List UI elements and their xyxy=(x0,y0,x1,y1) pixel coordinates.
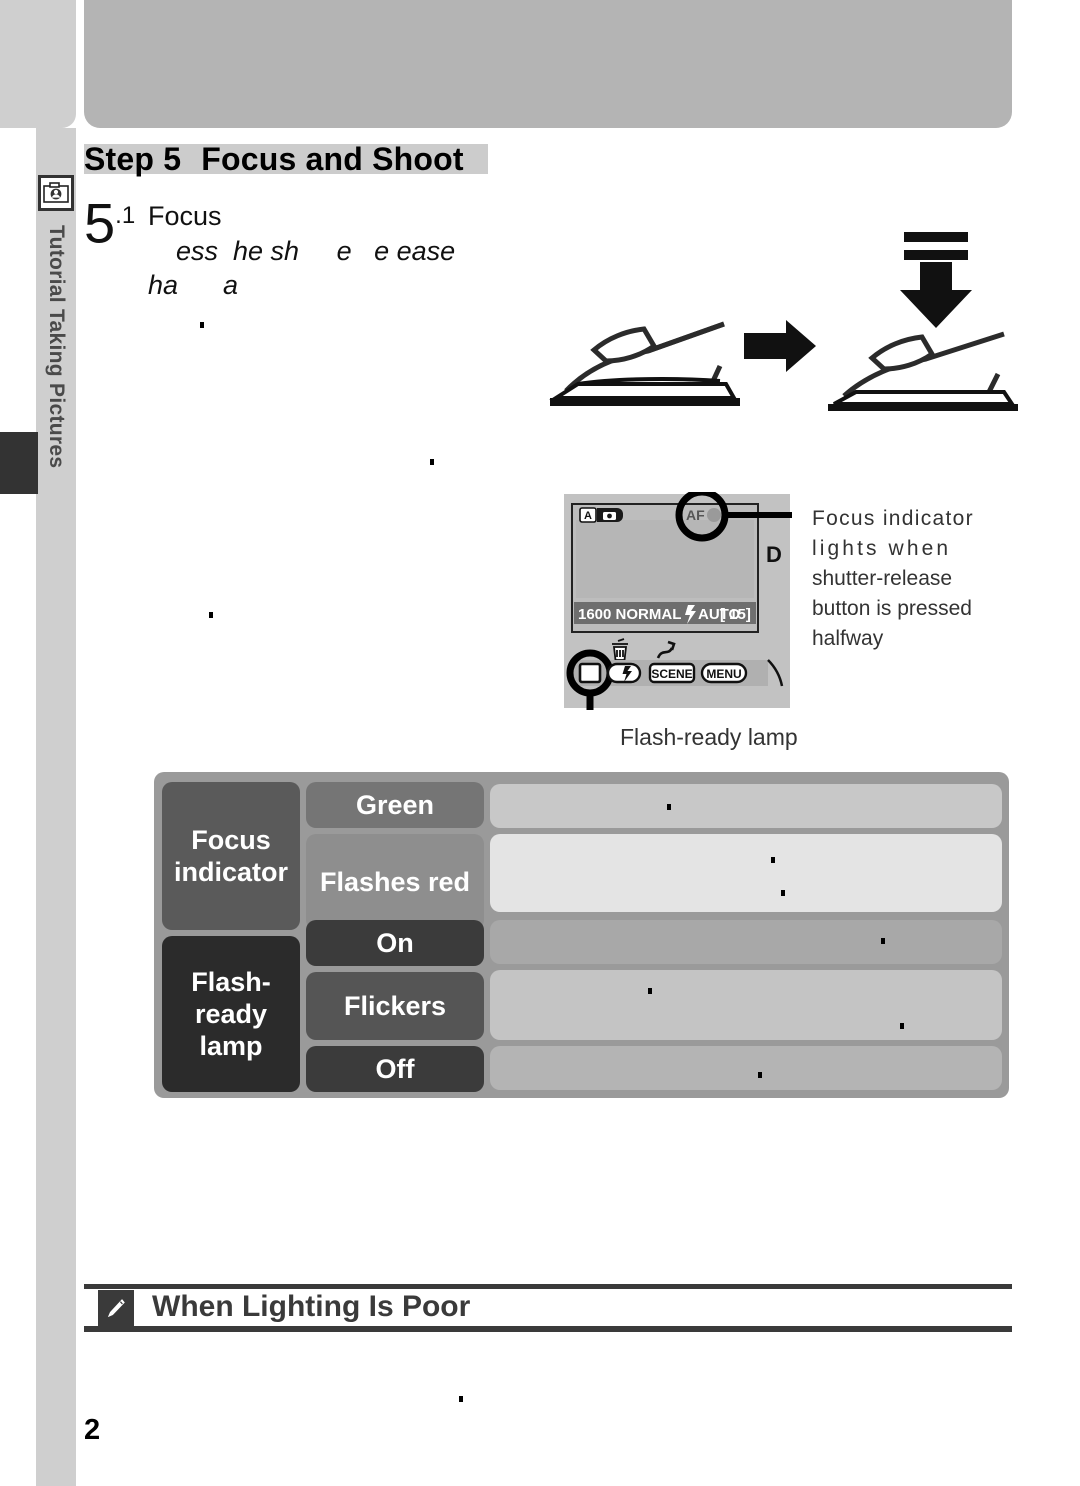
table-value-mark xyxy=(758,1072,762,1078)
svg-text:[ 15]: [ 15] xyxy=(720,606,751,623)
table-key-flickers: Flickers xyxy=(306,972,484,1040)
svg-text:AF: AF xyxy=(686,507,705,523)
arrow-right-icon xyxy=(744,320,816,372)
svg-text:D: D xyxy=(766,542,782,567)
step-number-sub: .1 xyxy=(115,202,136,229)
note-title: When Lighting Is Poor xyxy=(152,1290,471,1323)
table-key-green: Green xyxy=(306,782,484,828)
page-title-main: Focus and Shoot xyxy=(201,141,464,177)
pencil-note-icon xyxy=(98,1290,134,1326)
menu-button: MENU xyxy=(700,662,748,684)
callout-focus-line-4: button is pressed xyxy=(812,597,972,620)
body-text-mark xyxy=(209,612,213,618)
step-number: 5.1 xyxy=(84,188,135,252)
shutter-button-press-illustration xyxy=(548,228,1028,414)
step-body-line-2: ha a xyxy=(148,270,239,300)
manual-page: Tutorial Taking Pictures Step 5 Focus and… xyxy=(0,0,1080,1486)
callout-flash-ready-lamp: Flash-ready lamp xyxy=(620,724,798,750)
page-title: Step 5 Focus and Shoot xyxy=(84,140,488,178)
monitor-button xyxy=(578,662,602,684)
step-heading: Focus xyxy=(148,201,222,231)
table-value-off xyxy=(490,1046,1002,1090)
table-group-focus-indicator: Focus indicator xyxy=(162,782,300,930)
sidebar-thumb-index-tab[interactable] xyxy=(0,432,38,494)
page-title-prefix: Step 5 xyxy=(84,141,182,177)
table-value-mark xyxy=(667,804,671,810)
page-number: 2 xyxy=(84,1414,101,1446)
sidebar-section-label: Tutorial Taking Pictures xyxy=(36,225,76,525)
step-body-line-1: ess he sh e e ease xyxy=(176,236,456,266)
table-value-mark xyxy=(881,938,885,944)
banner-left-block xyxy=(0,0,76,128)
callout-focus-line-2: lights when xyxy=(812,537,952,560)
arrow-down-icon xyxy=(900,232,972,328)
mode-badge: A xyxy=(579,507,623,523)
svg-text:A: A xyxy=(584,510,592,522)
step-number-value: 5 xyxy=(84,191,116,255)
flash-button xyxy=(606,662,642,684)
camera-lcd-illustration: A AF D 1600 NORMAL AUTO [ 15] SCENE MENU xyxy=(562,488,802,724)
callout-focus-indicator: Focus indicator lights when shutter-rele… xyxy=(812,504,1012,654)
note-rule-bottom xyxy=(84,1326,1012,1332)
af-indicator: AF xyxy=(686,507,721,523)
top-banner xyxy=(84,0,1012,128)
table-value-mark xyxy=(900,1023,904,1029)
table-key-flashes-red: Flashes red xyxy=(306,834,484,930)
callout-focus-line-5: halfway xyxy=(812,627,884,650)
table-key-off: Off xyxy=(306,1046,484,1092)
callout-focus-line-3: shutter-release xyxy=(812,567,953,590)
body-text-mark xyxy=(459,1396,463,1402)
table-value-mark xyxy=(648,988,652,994)
svg-text:SCENE: SCENE xyxy=(651,667,692,681)
table-key-on: On xyxy=(306,920,484,966)
sidebar-section-label-text: Tutorial Taking Pictures xyxy=(45,225,68,469)
callout-focus-line-1: Focus indicator xyxy=(812,507,974,530)
table-value-on xyxy=(490,920,1002,964)
camera-tutorial-icon xyxy=(38,175,74,211)
body-text-mark xyxy=(200,322,204,328)
table-value-flickers xyxy=(490,970,1002,1040)
svg-text:1600 NORMAL: 1600 NORMAL xyxy=(578,606,681,623)
svg-text:MENU: MENU xyxy=(706,667,741,681)
table-value-mark xyxy=(781,890,785,896)
scene-button: SCENE xyxy=(648,662,696,684)
table-group-flash-ready-lamp: Flash-ready lamp xyxy=(162,936,300,1092)
table-value-green xyxy=(490,784,1002,828)
table-value-flashes-red xyxy=(490,834,1002,912)
body-text-mark xyxy=(430,459,434,465)
table-value-mark xyxy=(771,857,775,863)
